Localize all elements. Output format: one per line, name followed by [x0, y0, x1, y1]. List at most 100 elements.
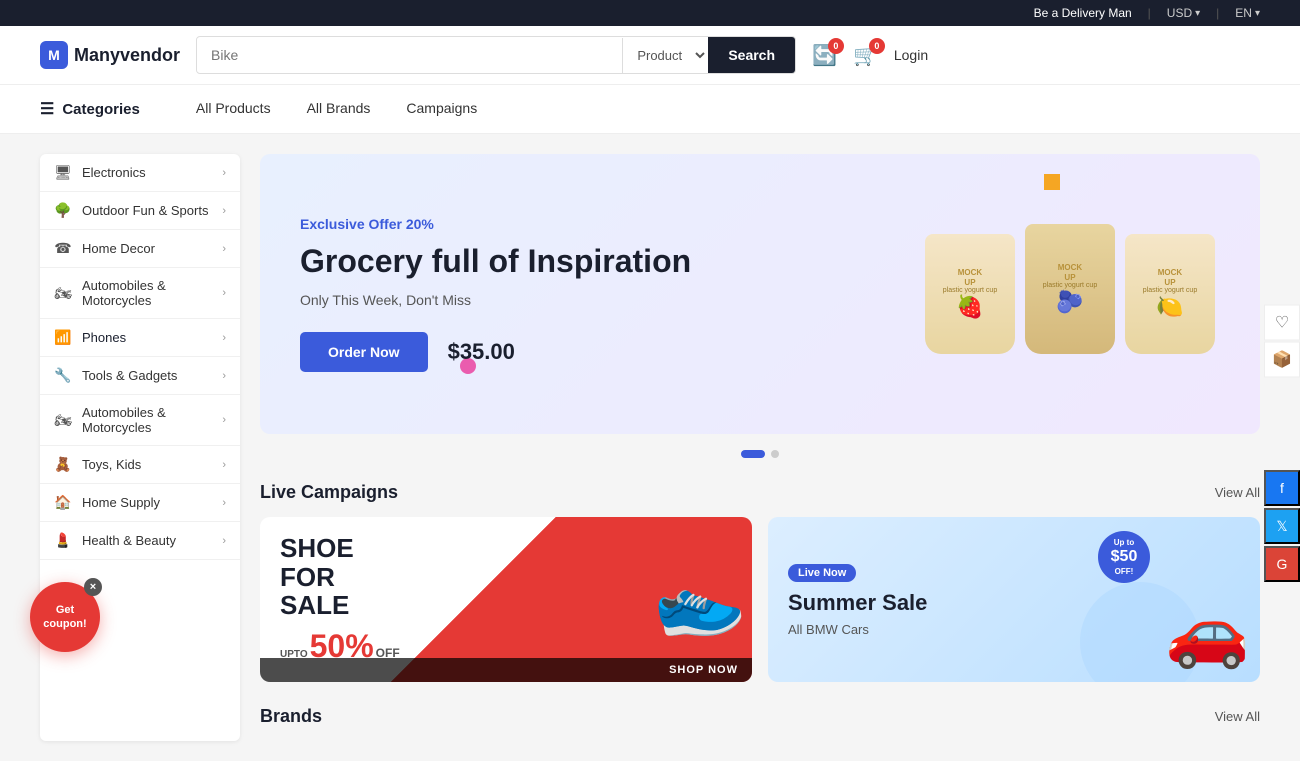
campaign-car[interactable]: Live Now Summer Sale All BMW Cars Up to …: [768, 517, 1260, 682]
arrow-icon: ›: [222, 535, 226, 547]
sidebar-item-automobiles-1[interactable]: 🏍 Automobiles & Motorcycles ›: [40, 268, 240, 319]
hamburger-icon: ☰: [40, 99, 54, 119]
car-subtitle: All BMW Cars: [788, 622, 927, 637]
google-icon: G: [1277, 556, 1288, 572]
google-button[interactable]: G: [1264, 546, 1300, 582]
live-badge: Live Now: [788, 564, 856, 582]
brands-section-header: Brands View All: [260, 706, 1260, 727]
sidebar-item-electronics[interactable]: 🖥 Electronics ›: [40, 154, 240, 192]
car-text: Live Now Summer Sale All BMW Cars: [788, 563, 927, 637]
top-bar: Be a Delivery Man | USD ▾ | EN ▾: [0, 0, 1300, 26]
sidebar-item-phones[interactable]: 📶 Phones ›: [40, 319, 240, 357]
shoe-image: 👟: [643, 547, 752, 652]
arrow-icon: ›: [222, 287, 226, 299]
search-input[interactable]: [197, 38, 622, 72]
twitter-icon: 𝕏: [1276, 518, 1287, 535]
hero-price: $35.00: [448, 339, 515, 365]
sidebar-item-home-decor[interactable]: ☎ Home Decor ›: [40, 230, 240, 268]
hero-section: Exclusive Offer 20% Grocery full of Insp…: [260, 154, 1260, 741]
separator-2: |: [1216, 6, 1219, 20]
hero-banner: Exclusive Offer 20% Grocery full of Insp…: [260, 154, 1260, 434]
delivery-link[interactable]: Be a Delivery Man: [1034, 6, 1132, 20]
brands-title: Brands: [260, 706, 322, 727]
language-selector[interactable]: EN ▾: [1235, 6, 1260, 20]
login-button[interactable]: Login: [894, 47, 928, 63]
strawberry-icon: 🍓: [956, 294, 983, 320]
arrow-icon: ›: [222, 167, 226, 179]
lang-chevron-icon: ▾: [1255, 8, 1260, 19]
search-bar: Product Search: [196, 36, 796, 74]
campaigns-title: Live Campaigns: [260, 482, 398, 503]
car-image: 🚗: [1165, 592, 1250, 672]
logo-icon: M: [40, 41, 68, 69]
car-badge: Up to $50 OFF!: [1098, 531, 1150, 583]
yogurt-cup-2: mockup plastic yogurt cup 🫐: [1025, 224, 1115, 354]
outdoor-icon: 🌳: [54, 202, 72, 219]
separator-1: |: [1148, 6, 1151, 20]
right-track-button[interactable]: 📦: [1264, 342, 1300, 378]
categories-button[interactable]: ☰ Categories: [40, 85, 160, 133]
auto-icon: 🏍: [54, 285, 72, 302]
hero-dots: [260, 450, 1260, 458]
search-button[interactable]: Search: [708, 37, 795, 73]
nav-campaigns[interactable]: Campaigns: [390, 86, 493, 132]
campaign-shoe[interactable]: SHOEFORSALE UPTO 50% OFF 👟 SHOP NOW: [260, 517, 752, 682]
sidebar-item-tools[interactable]: 🔧 Tools & Gadgets ›: [40, 357, 240, 395]
logo-text: Manyvendor: [74, 45, 180, 66]
hero-content: Exclusive Offer 20% Grocery full of Insp…: [300, 216, 691, 372]
hero-title: Grocery full of Inspiration: [300, 242, 691, 280]
toys-icon: 🧸: [54, 456, 72, 473]
categories-label: Categories: [62, 101, 140, 118]
track-icon: 📦: [1272, 350, 1292, 370]
arrow-icon: ›: [222, 497, 226, 509]
brands-view-all[interactable]: View All: [1215, 709, 1260, 724]
yogurt-cup-1: mockup plastic yogurt cup 🍓: [925, 234, 1015, 354]
sidebar-item-home-supply[interactable]: 🏠 Home Supply ›: [40, 484, 240, 522]
logo[interactable]: M Manyvendor: [40, 41, 180, 69]
electronics-icon: 🖥: [54, 164, 72, 181]
nav-all-products[interactable]: All Products: [180, 86, 287, 132]
nav-all-brands[interactable]: All Brands: [291, 86, 387, 132]
header: M Manyvendor Product Search 🔄 0 🛒 0 Logi…: [0, 26, 1300, 85]
currency-selector[interactable]: USD ▾: [1167, 6, 1200, 20]
right-wishlist-button[interactable]: ♡: [1264, 305, 1300, 341]
dot-inactive[interactable]: [771, 450, 779, 458]
home-decor-icon: ☎: [54, 240, 72, 257]
facebook-icon: f: [1280, 480, 1284, 496]
sidebar-item-toys[interactable]: 🧸 Toys, Kids ›: [40, 446, 240, 484]
arrow-icon: ›: [222, 370, 226, 382]
shoe-title: SHOEFORSALE: [280, 534, 400, 620]
brands-section: Brands View All: [260, 706, 1260, 727]
dot-active[interactable]: [741, 450, 765, 458]
facebook-button[interactable]: f: [1264, 470, 1300, 506]
arrow-icon: ›: [222, 414, 226, 426]
blueberry-icon: 🫐: [1056, 289, 1083, 315]
home-supply-icon: 🏠: [54, 494, 72, 511]
cart-button[interactable]: 🛒 0: [853, 43, 878, 68]
currency-chevron-icon: ▾: [1195, 8, 1200, 19]
phones-icon: 📶: [54, 329, 72, 346]
order-now-button[interactable]: Order Now: [300, 332, 428, 372]
shoe-discount: UPTO 50% OFF: [280, 628, 400, 665]
campaigns-grid: SHOEFORSALE UPTO 50% OFF 👟 SHOP NOW Live…: [260, 517, 1260, 682]
twitter-button[interactable]: 𝕏: [1264, 508, 1300, 544]
health-icon: 💄: [54, 532, 72, 549]
sidebar-item-automobiles-2[interactable]: 🏍 Automobiles & Motorcycles ›: [40, 395, 240, 446]
campaigns-section-header: Live Campaigns View All: [260, 482, 1260, 503]
sidebar-item-outdoor[interactable]: 🌳 Outdoor Fun & Sports ›: [40, 192, 240, 230]
arrow-icon: ›: [222, 243, 226, 255]
deco-circle-1: [1044, 174, 1060, 190]
category-dropdown[interactable]: Product: [622, 38, 708, 73]
coupon-close-button[interactable]: ×: [84, 578, 102, 596]
sidebar-item-health[interactable]: 💄 Health & Beauty ›: [40, 522, 240, 560]
hero-offer: Exclusive Offer 20%: [300, 216, 691, 232]
wishlist-badge: 0: [828, 38, 844, 54]
shoe-text: SHOEFORSALE UPTO 50% OFF: [280, 534, 400, 665]
wishlist-button[interactable]: 🔄 0: [812, 43, 837, 68]
header-actions: 🔄 0 🛒 0 Login: [812, 43, 928, 68]
hero-image-area: mockup plastic yogurt cup 🍓 mockup plast…: [880, 154, 1260, 434]
campaigns-view-all[interactable]: View All: [1215, 485, 1260, 500]
lemon-icon: 🍋: [1156, 294, 1183, 320]
arrow-icon: ›: [222, 459, 226, 471]
tools-icon: 🔧: [54, 367, 72, 384]
